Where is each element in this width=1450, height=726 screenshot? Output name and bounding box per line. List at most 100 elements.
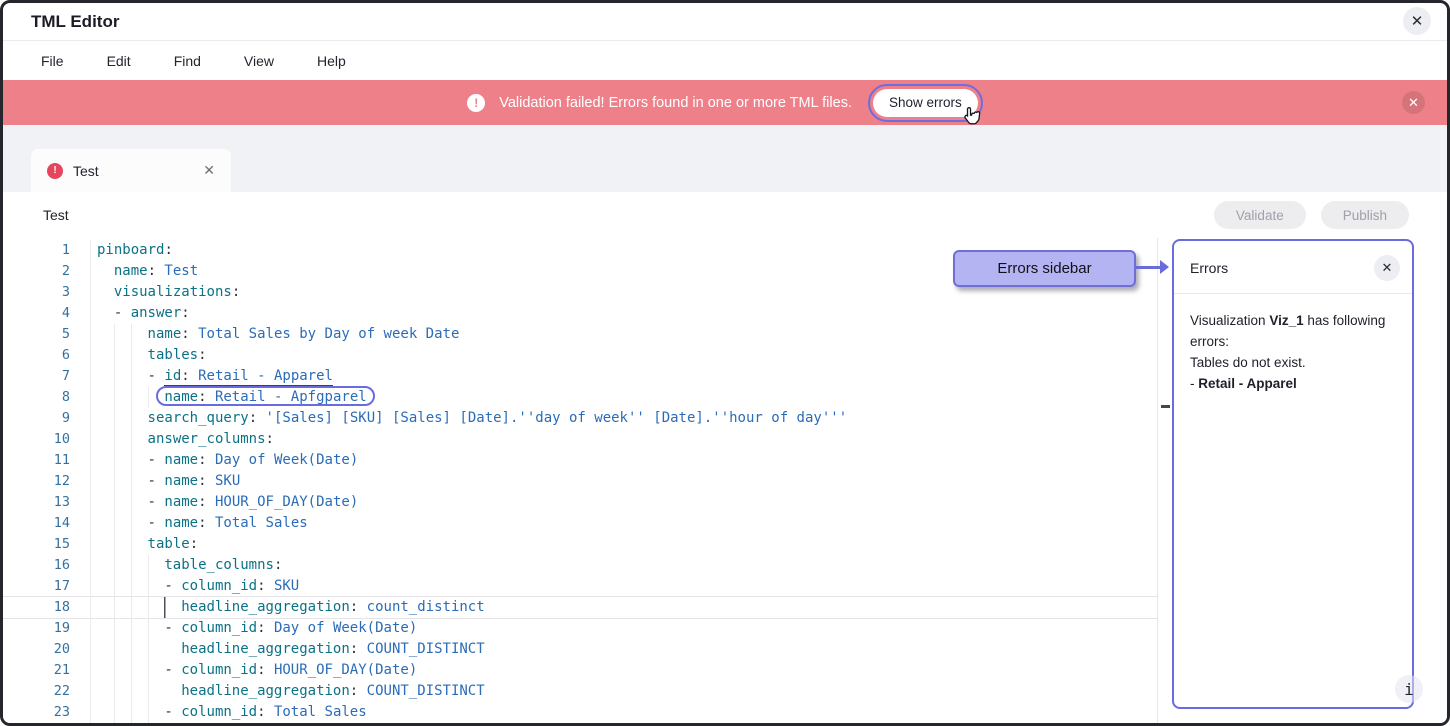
indent-guide: [114, 471, 131, 492]
code-line[interactable]: 15 table:: [3, 534, 1157, 555]
yaml-dash: -: [164, 704, 181, 720]
menu-item-file[interactable]: File: [41, 53, 64, 69]
yaml-key: name: [164, 389, 198, 405]
code-line-content: - column_id: Total Sales: [91, 702, 367, 723]
yaml-dash: -: [164, 662, 181, 678]
code-line[interactable]: 21 - column_id: HOUR_OF_DAY(Date): [3, 660, 1157, 681]
indent-guide: [148, 618, 165, 639]
overview-ruler[interactable]: [1157, 238, 1172, 723]
indent-guide: [97, 702, 114, 723]
code-line[interactable]: 11 - name: Day of Week(Date): [3, 450, 1157, 471]
menu-item-edit[interactable]: Edit: [107, 53, 131, 69]
close-icon: ✕: [1408, 95, 1419, 111]
title-bar: TML Editor ✕: [3, 3, 1447, 41]
code-line[interactable]: 4 - answer:: [3, 303, 1157, 324]
menu-item-find[interactable]: Find: [174, 53, 201, 69]
yaml-value: HOUR_OF_DAY(Date): [274, 662, 417, 678]
window-title: TML Editor: [31, 12, 119, 32]
indent-guide: [114, 576, 131, 597]
code-line[interactable]: 14 - name: Total Sales: [3, 513, 1157, 534]
code-line-content: - name: SKU: [91, 471, 240, 492]
validate-button[interactable]: Validate: [1214, 201, 1306, 229]
indent-guide: [131, 702, 148, 723]
publish-button[interactable]: Publish: [1321, 201, 1409, 229]
code-line[interactable]: 13 - name: HOUR_OF_DAY(Date): [3, 492, 1157, 513]
yaml-colon: :: [257, 578, 274, 594]
yaml-value: count_distinct: [367, 599, 485, 615]
code-line[interactable]: 19 - column_id: Day of Week(Date): [3, 618, 1157, 639]
line-number: 23: [3, 702, 91, 723]
yaml-key: visualizations: [114, 284, 232, 300]
errors-sidebar-close-button[interactable]: ✕: [1374, 255, 1400, 281]
indent-guide: [148, 597, 165, 618]
errors-sidebar-title: Errors: [1190, 258, 1228, 279]
close-icon: ✕: [1382, 260, 1393, 276]
line-number: 22: [3, 681, 91, 702]
yaml-key: name: [164, 473, 198, 489]
code-line-content: table_columns:: [91, 555, 282, 576]
yaml-key: name: [114, 263, 148, 279]
yaml-key: column_id: [181, 620, 257, 636]
indent-guide: [131, 492, 148, 513]
code-line[interactable]: 20 headline_aggregation: COUNT_DISTINCT: [3, 639, 1157, 660]
code-line-content: - answer:: [91, 303, 190, 324]
window-close-button[interactable]: ✕: [1403, 7, 1431, 35]
code-line[interactable]: 6 tables:: [3, 345, 1157, 366]
tab-test[interactable]: ! Test ✕: [31, 149, 231, 192]
code-line[interactable]: 10 answer_columns:: [3, 429, 1157, 450]
indent-guide: [114, 660, 131, 681]
tab-close-icon[interactable]: ✕: [203, 162, 215, 179]
tab-strip: ! Test ✕: [3, 125, 1447, 192]
yaml-key: headline_aggregation: [181, 683, 350, 699]
tab-label: Test: [73, 163, 99, 179]
indent-guide: [131, 639, 148, 660]
yaml-value: Retail - Apfgparel: [215, 389, 367, 405]
code-line[interactable]: 17 - column_id: SKU: [3, 576, 1157, 597]
code-line[interactable]: 8 name: Retail - Apfgparel: [3, 387, 1157, 408]
yaml-value: Day of Week(Date): [274, 620, 417, 636]
indent-guide: [148, 555, 165, 576]
indent-guide: [114, 450, 131, 471]
code-line[interactable]: 9 search_query: '[Sales] [SKU] [Sales] […: [3, 408, 1157, 429]
code-line[interactable]: 22 headline_aggregation: COUNT_DISTINCT: [3, 681, 1157, 702]
menu-item-view[interactable]: View: [244, 53, 274, 69]
yaml-dash: -: [164, 620, 181, 636]
close-icon: ✕: [1411, 12, 1424, 30]
indent-guide: [131, 597, 148, 618]
yaml-colon: :: [249, 410, 266, 426]
code-editor[interactable]: 1pinboard:2 name: Test3 visualizations:4…: [3, 238, 1447, 723]
yaml-colon: :: [266, 431, 274, 447]
code-line-content: table:: [91, 534, 198, 555]
menu-item-help[interactable]: Help: [317, 53, 346, 69]
code-line[interactable]: 5 name: Total Sales by Day of week Date: [3, 324, 1157, 345]
yaml-key: name: [164, 494, 198, 510]
banner-close-button[interactable]: ✕: [1402, 91, 1425, 114]
line-number: 16: [3, 555, 91, 576]
yaml-colon: :: [274, 557, 282, 573]
code-line[interactable]: 23 - column_id: Total Sales: [3, 702, 1157, 723]
code-line[interactable]: 18 headline_aggregation: count_distinct: [3, 597, 1157, 618]
yaml-colon: :: [350, 599, 367, 615]
line-number: 17: [3, 576, 91, 597]
code-line[interactable]: 16 table_columns:: [3, 555, 1157, 576]
text-cursor: [164, 597, 181, 618]
code-line-content: - column_id: SKU: [91, 576, 299, 597]
code-line-content: name: Retail - Apfgparel: [91, 387, 367, 408]
error-exclamation-icon: !: [467, 94, 485, 112]
error-text: Visualization: [1190, 313, 1269, 328]
yaml-colon: :: [198, 452, 215, 468]
indent-guide: [97, 513, 114, 534]
yaml-key: pinboard: [97, 242, 164, 258]
error-highlight-text: Retail - Apparel: [1198, 376, 1297, 391]
code-line[interactable]: 7 - id: Retail - Apparel: [3, 366, 1157, 387]
yaml-colon: :: [181, 368, 198, 384]
indent-guide: [97, 261, 114, 282]
indent-guide: [97, 471, 114, 492]
indent-guide: [114, 597, 131, 618]
indent-guide: [114, 681, 131, 702]
yaml-key: name: [164, 452, 198, 468]
code-line[interactable]: 12 - name: SKU: [3, 471, 1157, 492]
yaml-key: search_query: [148, 410, 249, 426]
indent-guide: [131, 366, 148, 387]
yaml-key: headline_aggregation: [181, 599, 350, 615]
